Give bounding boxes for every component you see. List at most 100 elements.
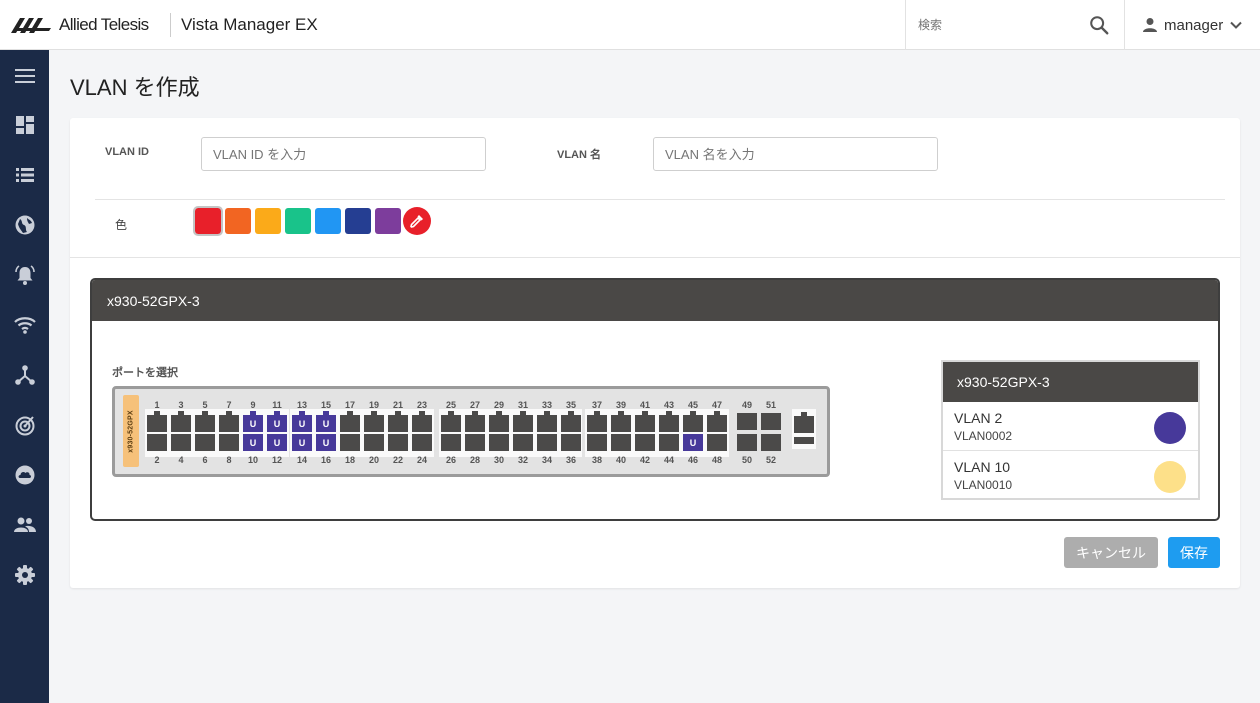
switch-port-6[interactable]: [195, 434, 215, 451]
sidebar-item-dashboard[interactable]: [12, 112, 38, 138]
users-icon: [14, 517, 36, 532]
vlan-name-input[interactable]: [653, 137, 938, 171]
save-button[interactable]: 保存: [1168, 537, 1220, 568]
sidebar-item-globe[interactable]: [12, 212, 38, 238]
switch-port-17[interactable]: [340, 411, 360, 432]
switch-port-15[interactable]: U: [316, 411, 336, 432]
list-icon: [16, 168, 34, 182]
switch-port-39[interactable]: [611, 411, 631, 432]
brand-name: Allied Telesis: [59, 14, 149, 34]
gear-icon: [15, 565, 35, 585]
switch-port-29[interactable]: [489, 411, 509, 432]
color-picker-button[interactable]: [403, 207, 431, 235]
switch-port-16[interactable]: U: [316, 434, 336, 451]
switch-port-2[interactable]: [147, 434, 167, 451]
switch-port-11[interactable]: U: [267, 411, 287, 432]
dashboard-icon: [16, 116, 34, 134]
switch-port-12[interactable]: U: [267, 434, 287, 451]
port-number: 3: [178, 400, 184, 410]
port-number: 47: [711, 400, 722, 410]
switch-port-51[interactable]: [761, 413, 781, 430]
switch-port-47[interactable]: [707, 411, 727, 432]
switch-port-19[interactable]: [364, 411, 384, 432]
switch-port-41[interactable]: [635, 411, 655, 432]
switch-port-22[interactable]: [388, 434, 408, 451]
switch-port-8[interactable]: [219, 434, 239, 451]
app-title: Vista Manager EX: [181, 14, 318, 34]
sidebar-item-menu[interactable]: [12, 63, 38, 89]
cancel-button[interactable]: キャンセル: [1064, 537, 1158, 568]
sidebar-item-users[interactable]: [12, 512, 38, 538]
switch-port-52[interactable]: [761, 434, 781, 451]
switch-port-50[interactable]: [737, 434, 757, 451]
port-number: 22: [392, 455, 403, 465]
switch-port-33[interactable]: [537, 411, 557, 432]
color-swatch[interactable]: [315, 208, 341, 234]
switch-port-30[interactable]: [489, 434, 509, 451]
color-swatch[interactable]: [345, 208, 371, 234]
switch-port-7[interactable]: [219, 411, 239, 432]
brand-logo[interactable]: Allied Telesis: [0, 0, 170, 50]
vlan-item-name: VLAN 2: [954, 410, 1003, 426]
switch-port-37[interactable]: [587, 411, 607, 432]
switch-port-31[interactable]: [513, 411, 533, 432]
switch-port-27[interactable]: [465, 411, 485, 432]
search-icon[interactable]: [1088, 14, 1110, 36]
switch-port-21[interactable]: [388, 411, 408, 432]
switch-port-18[interactable]: [340, 434, 360, 451]
switch-port-1[interactable]: [147, 411, 167, 432]
switch-port-14[interactable]: U: [292, 434, 312, 451]
switch-port-5[interactable]: [195, 411, 215, 432]
color-swatch[interactable]: [375, 208, 401, 234]
search-input[interactable]: [906, 18, 1081, 32]
sidebar-item-cloud[interactable]: [12, 462, 38, 488]
switch-port-24[interactable]: [412, 434, 432, 451]
sidebar-item-radar[interactable]: [12, 412, 38, 438]
topology-icon: [15, 365, 35, 385]
user-icon: [1143, 18, 1157, 32]
switch-port-48[interactable]: [707, 434, 727, 451]
color-swatch[interactable]: [255, 208, 281, 234]
switch-port-9[interactable]: U: [243, 411, 263, 432]
switch-port-42[interactable]: [635, 434, 655, 451]
vlan-list-item[interactable]: VLAN 2 VLAN0002: [943, 402, 1198, 451]
user-menu[interactable]: manager: [1126, 0, 1260, 50]
switch-port-34[interactable]: [537, 434, 557, 451]
switch-port-4[interactable]: [171, 434, 191, 451]
switch-port-13[interactable]: U: [292, 411, 312, 432]
switch-port-3[interactable]: [171, 411, 191, 432]
vlan-list-item[interactable]: VLAN 10 VLAN0010: [943, 451, 1198, 500]
switch-port-43[interactable]: [659, 411, 679, 432]
eyedropper-icon: [410, 215, 423, 228]
switch-port-32[interactable]: [513, 434, 533, 451]
port-number: 46: [687, 455, 698, 465]
vlan-id-input[interactable]: [201, 137, 486, 171]
color-swatch[interactable]: [285, 208, 311, 234]
switch-port-38[interactable]: [587, 434, 607, 451]
switch-port-46[interactable]: U: [683, 434, 703, 451]
switch-port-26[interactable]: [441, 434, 461, 451]
sidebar-item-topology[interactable]: [12, 362, 38, 388]
sidebar-item-list[interactable]: [12, 162, 38, 188]
switch-port-40[interactable]: [611, 434, 631, 451]
switch-port-36[interactable]: [561, 434, 581, 451]
switch-port-49[interactable]: [737, 413, 757, 430]
sidebar-item-alarm[interactable]: [12, 262, 38, 288]
switch-port-28[interactable]: [465, 434, 485, 451]
color-swatch[interactable]: [193, 206, 223, 236]
console-port[interactable]: [794, 437, 814, 444]
port-number: 8: [226, 455, 232, 465]
switch-port-35[interactable]: [561, 411, 581, 432]
switch-port-10[interactable]: U: [243, 434, 263, 451]
management-port[interactable]: [794, 412, 814, 433]
switch-port-25[interactable]: [441, 411, 461, 432]
port-number: 19: [368, 400, 379, 410]
switch-port-44[interactable]: [659, 434, 679, 451]
switch-port-23[interactable]: [412, 411, 432, 432]
port-select-label: ポートを選択: [112, 367, 178, 379]
color-swatch[interactable]: [225, 208, 251, 234]
sidebar-item-settings[interactable]: [12, 562, 38, 588]
switch-port-45[interactable]: [683, 411, 703, 432]
switch-port-20[interactable]: [364, 434, 384, 451]
sidebar-item-wifi[interactable]: [12, 312, 38, 338]
